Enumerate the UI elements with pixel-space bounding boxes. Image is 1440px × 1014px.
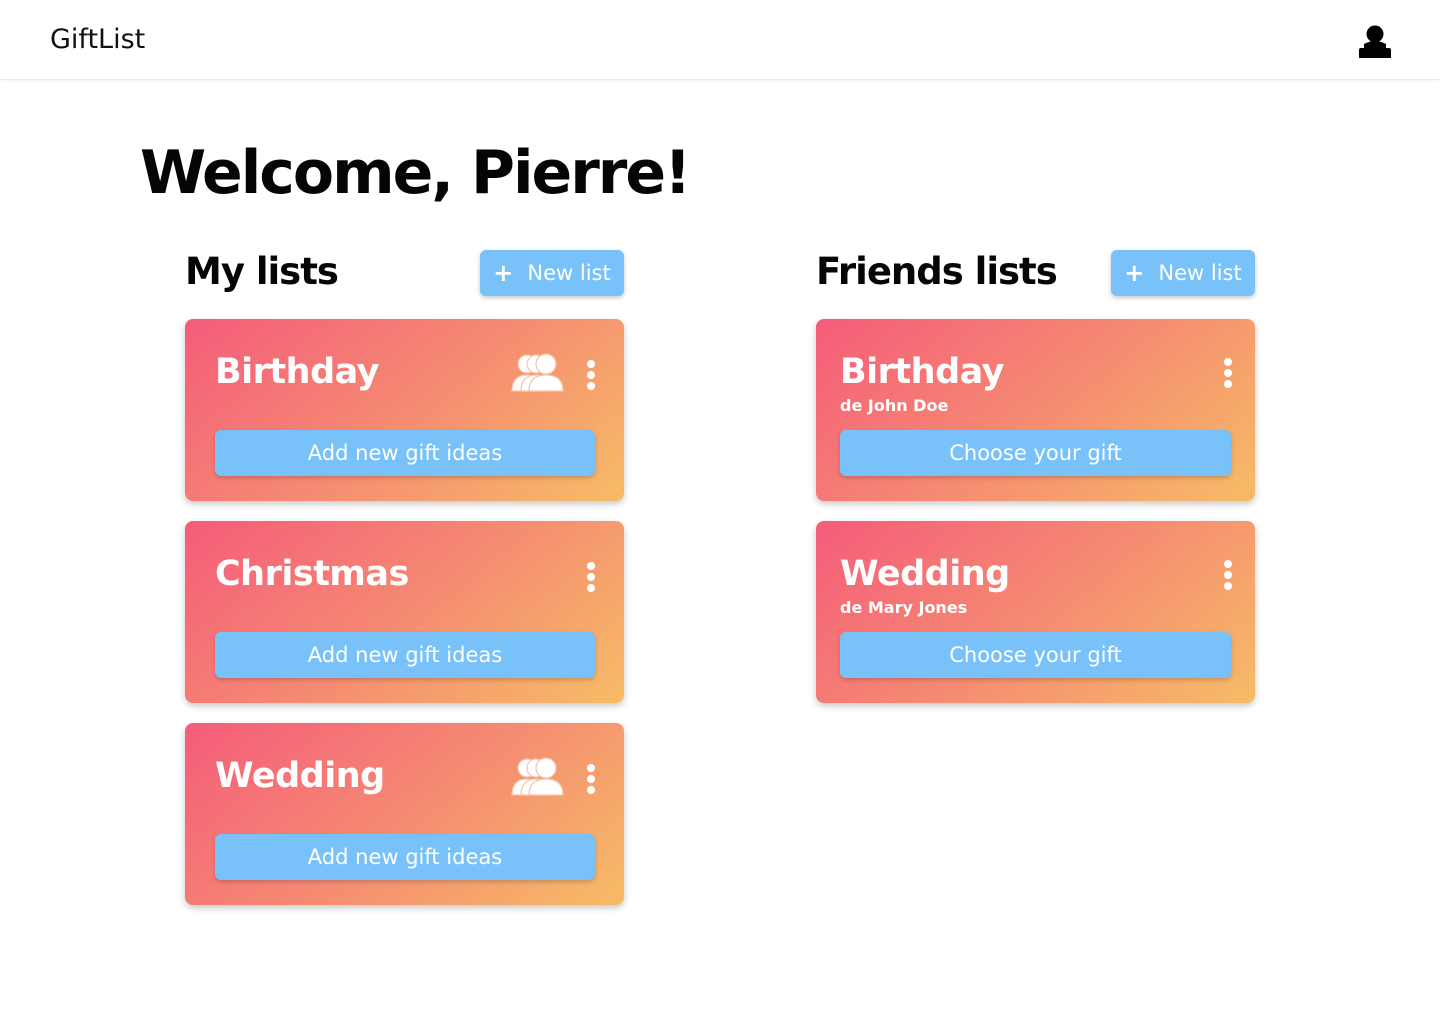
more-options-icon[interactable] xyxy=(584,762,598,796)
top-navbar: GiftList xyxy=(0,0,1440,80)
my-lists-new-button[interactable]: + New list xyxy=(480,250,624,296)
welcome-heading: Welcome, Pierre! xyxy=(140,138,691,208)
list-owner: de John Doe xyxy=(840,396,949,415)
list-title: Birthday xyxy=(215,352,380,392)
list-title: Wedding xyxy=(840,554,1010,594)
more-options-icon[interactable] xyxy=(584,560,598,594)
my-list-card: Birthday Add new gift ideas xyxy=(185,319,624,501)
people-icon xyxy=(509,351,569,395)
list-title: Christmas xyxy=(215,554,409,594)
my-lists-title: My lists xyxy=(185,250,339,293)
more-options-icon[interactable] xyxy=(584,358,598,392)
add-gift-ideas-button[interactable]: Add new gift ideas xyxy=(215,834,595,880)
my-list-card: Wedding Add new gift ideas xyxy=(185,723,624,905)
plus-icon: + xyxy=(1124,259,1145,287)
more-options-icon[interactable] xyxy=(1221,356,1235,390)
friend-list-card: Wedding de Mary Jones Choose your gift xyxy=(816,521,1255,703)
plus-icon: + xyxy=(493,259,514,287)
add-gift-ideas-button[interactable]: Add new gift ideas xyxy=(215,430,595,476)
app-title[interactable]: GiftList xyxy=(50,24,145,55)
list-title: Wedding xyxy=(215,756,385,796)
choose-gift-button[interactable]: Choose your gift xyxy=(840,430,1231,476)
add-gift-ideas-button[interactable]: Add new gift ideas xyxy=(215,632,595,678)
user-icon[interactable] xyxy=(1358,24,1392,60)
list-owner: de Mary Jones xyxy=(840,598,968,617)
friend-list-card: Birthday de John Doe Choose your gift xyxy=(816,319,1255,501)
friends-lists-new-button[interactable]: + New list xyxy=(1111,250,1255,296)
people-icon xyxy=(509,755,569,799)
friends-lists-title: Friends lists xyxy=(816,250,1058,293)
new-list-label: New list xyxy=(527,261,611,285)
more-options-icon[interactable] xyxy=(1221,558,1235,592)
list-title: Birthday xyxy=(840,352,1005,392)
my-list-card: Christmas Add new gift ideas xyxy=(185,521,624,703)
choose-gift-button[interactable]: Choose your gift xyxy=(840,632,1231,678)
new-list-label: New list xyxy=(1158,261,1242,285)
